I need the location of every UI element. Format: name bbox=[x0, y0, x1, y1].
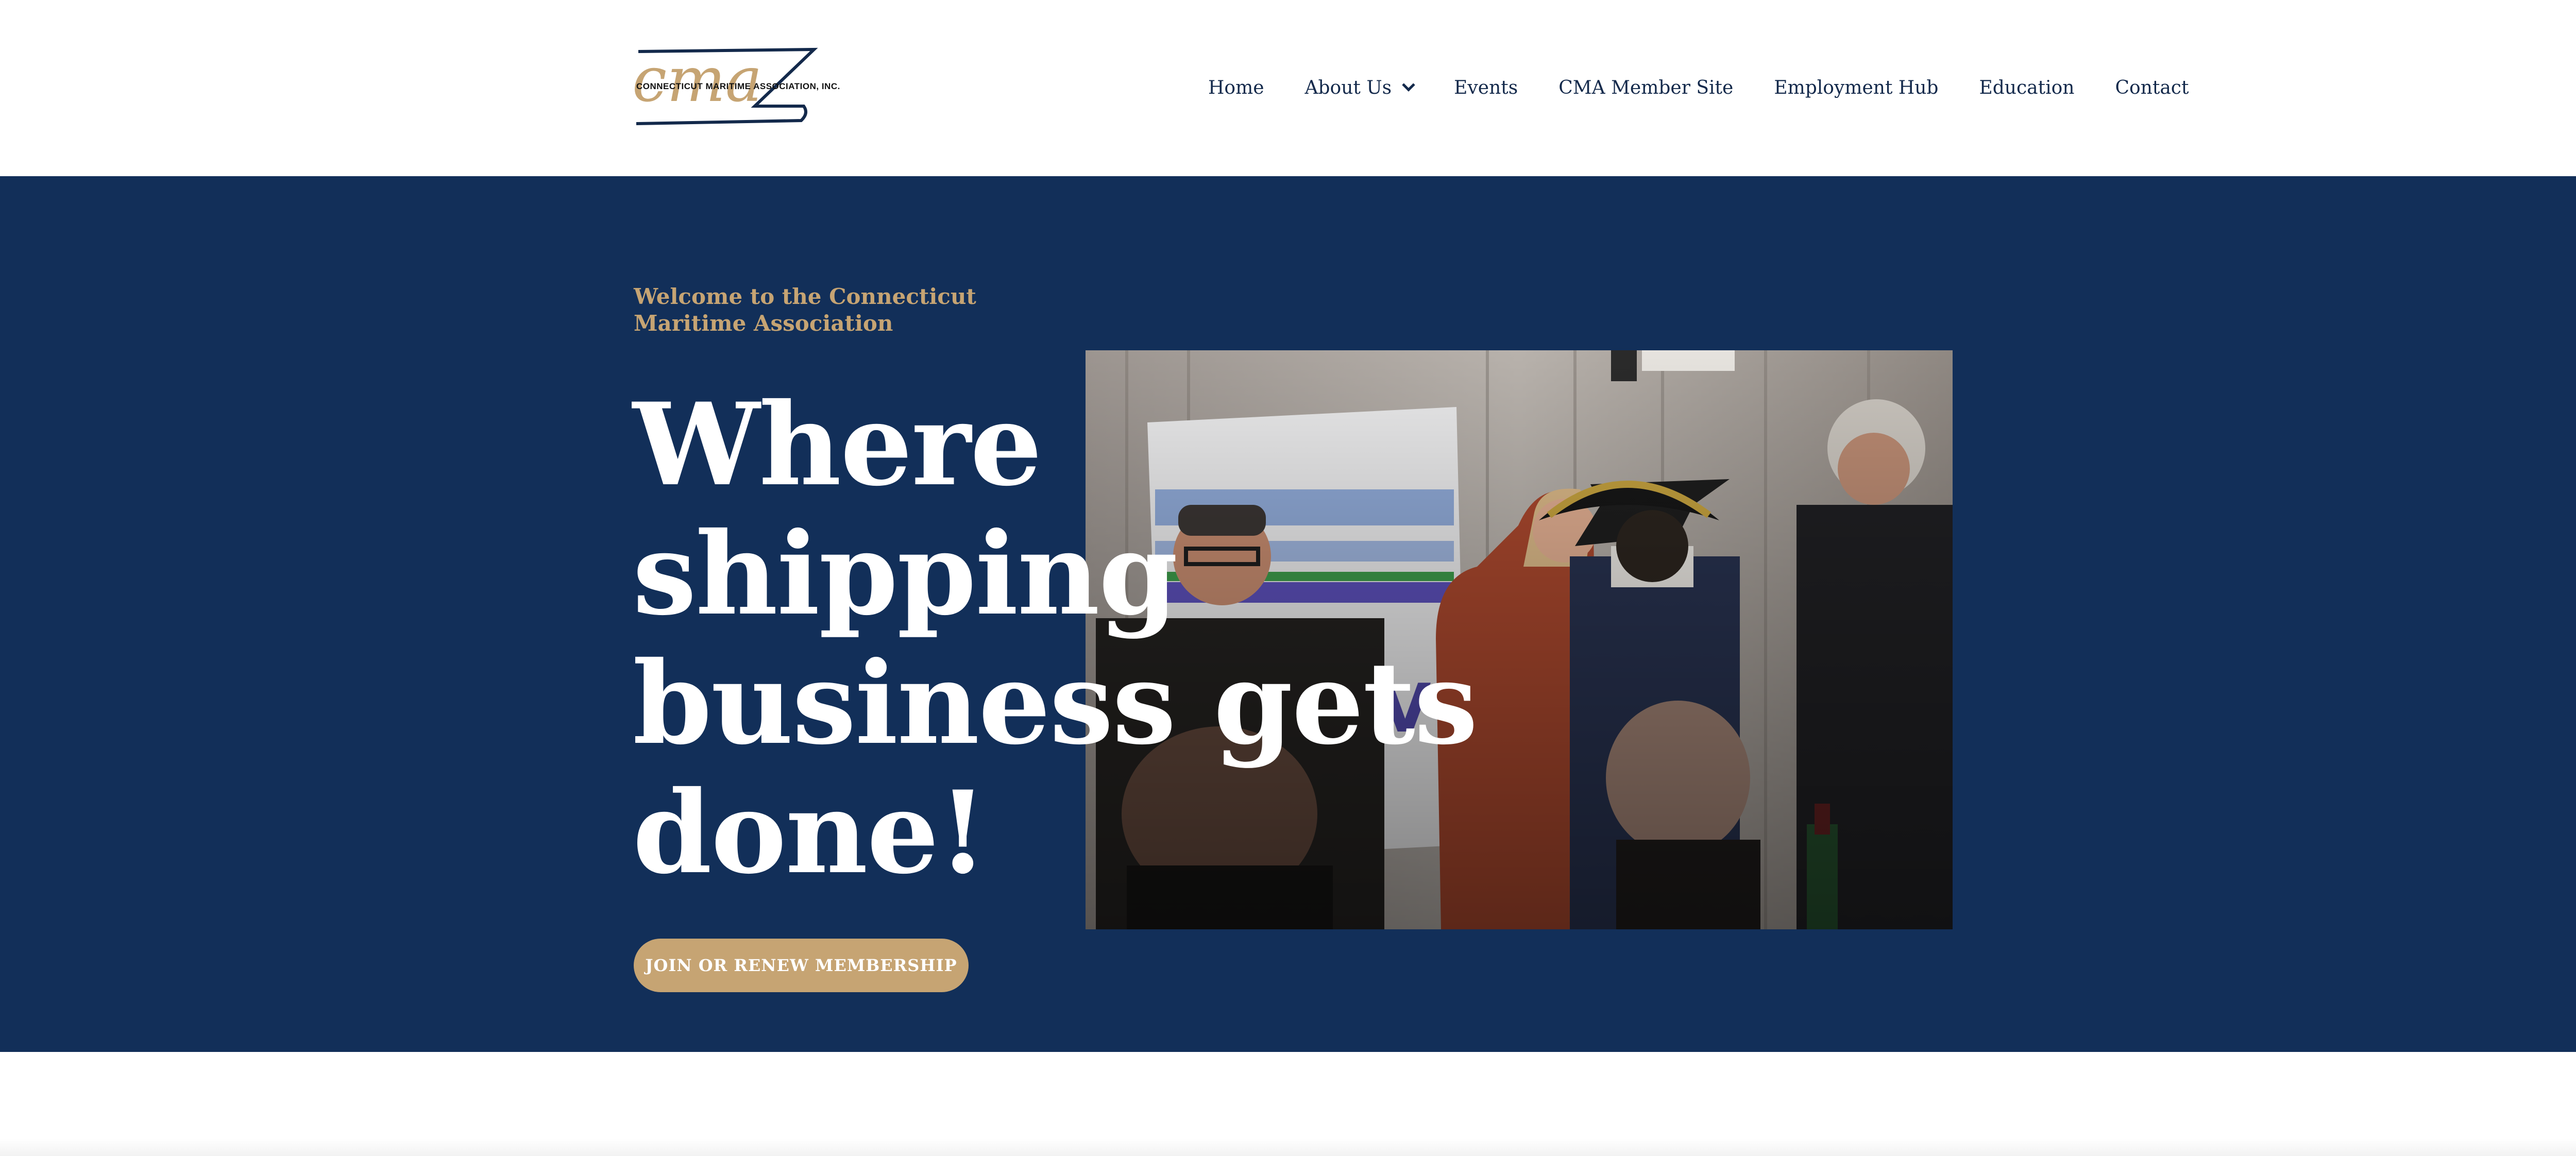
headline-line-2: shipping bbox=[633, 507, 1178, 640]
nav-home[interactable]: Home bbox=[1208, 77, 1264, 98]
nav-about-us-label: About Us bbox=[1304, 77, 1392, 98]
nav-cma-member-site-label: CMA Member Site bbox=[1558, 77, 1734, 98]
headline-line-4: done! bbox=[633, 766, 988, 899]
nav-education[interactable]: Education bbox=[1979, 77, 2074, 98]
welcome-text: Welcome to the Connecticut Maritime Asso… bbox=[634, 284, 976, 336]
nav-contact[interactable]: Contact bbox=[2115, 77, 2189, 98]
cma-logo[interactable]: cma CONNECTICUT MARITIME ASSOCIATION, IN… bbox=[631, 45, 899, 128]
join-renew-membership-button[interactable]: JOIN OR RENEW MEMBERSHIP bbox=[634, 939, 969, 992]
site-header: cma CONNECTICUT MARITIME ASSOCIATION, IN… bbox=[0, 0, 2576, 176]
nav-contact-label: Contact bbox=[2115, 77, 2189, 98]
nav-employment-hub[interactable]: Employment Hub bbox=[1774, 77, 1938, 98]
svg-text:cma: cma bbox=[632, 45, 762, 116]
nav-about-us[interactable]: About Us bbox=[1304, 77, 1415, 98]
chevron-down-icon[interactable] bbox=[1402, 78, 1415, 92]
hero-section: Welcome to the Connecticut Maritime Asso… bbox=[0, 176, 2576, 1052]
nav-home-label: Home bbox=[1208, 77, 1264, 98]
main-nav: Home About Us Events CMA Member Site Emp… bbox=[1208, 71, 2189, 104]
below-fold-strip bbox=[0, 1138, 2576, 1156]
headline-line-3: business gets bbox=[633, 636, 1478, 770]
nav-events-label: Events bbox=[1454, 77, 1518, 98]
nav-employment-hub-label: Employment Hub bbox=[1774, 77, 1939, 98]
nav-education-label: Education bbox=[1979, 77, 2075, 98]
hero-headline: Where shipping business gets done! bbox=[633, 378, 1478, 899]
headline-line-1: Where bbox=[633, 378, 1042, 511]
logo-org-text: CONNECTICUT MARITIME ASSOCIATION, INC. bbox=[636, 81, 840, 91]
nav-events[interactable]: Events bbox=[1454, 77, 1518, 98]
nav-cma-member-site[interactable]: CMA Member Site bbox=[1558, 77, 1733, 98]
